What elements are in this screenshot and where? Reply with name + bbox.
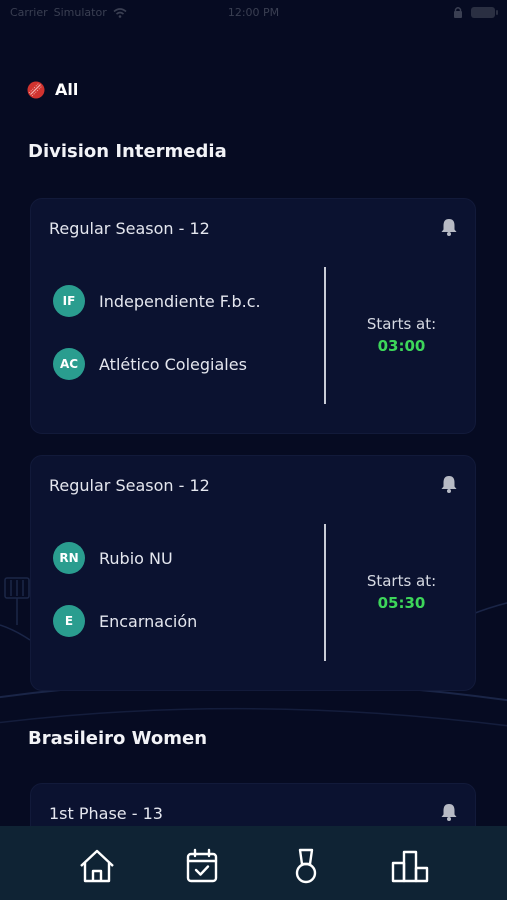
bell-icon[interactable]: [439, 474, 459, 494]
status-time: 12:00 PM: [227, 6, 280, 19]
bell-icon[interactable]: [439, 802, 459, 822]
lock-icon: [454, 7, 462, 18]
team-badge: AC: [53, 348, 85, 380]
team-badge: E: [53, 605, 85, 637]
team-badge: IF: [53, 285, 85, 317]
tab-schedule[interactable]: [182, 846, 222, 886]
away-team: AC Atlético Colegiales: [53, 348, 247, 380]
home-team: RN Rubio NU: [53, 542, 173, 574]
away-team: E Encarnación: [53, 605, 197, 637]
round-label: Regular Season - 12: [49, 219, 210, 238]
round-label: 1st Phase - 13: [49, 804, 163, 823]
match-card[interactable]: Regular Season - 12 RN Rubio NU E Encarn…: [30, 455, 476, 691]
medal-icon: [295, 848, 317, 884]
sport-filter[interactable]: All: [27, 80, 78, 99]
status-bar: Carrier Simulator 12:00 PM: [0, 0, 507, 26]
match-list[interactable]: All Division Intermedia Regular Season -…: [0, 0, 507, 826]
filter-label: All: [55, 80, 79, 99]
league-title: Division Intermedia: [28, 141, 227, 162]
bottom-tab-bar: [0, 826, 507, 900]
cricket-ball-icon: [27, 81, 45, 98]
start-block: Starts at: 03:00: [326, 315, 477, 355]
team-name: Atlético Colegiales: [99, 354, 247, 374]
bell-icon[interactable]: [439, 217, 459, 237]
podium-icon: [391, 850, 429, 883]
start-time: 03:00: [377, 337, 426, 355]
start-label: Starts at:: [366, 572, 437, 590]
home-icon: [80, 849, 114, 883]
battery-icon: [471, 6, 498, 18]
round-label: Regular Season - 12: [49, 476, 210, 495]
team-badge: RN: [53, 542, 85, 574]
match-card[interactable]: 1st Phase - 13: [30, 783, 476, 826]
match-card[interactable]: Regular Season - 12 IF Independiente F.b…: [30, 198, 476, 434]
calendar-check-icon: [186, 848, 218, 883]
team-name: Independiente F.b.c.: [99, 291, 261, 311]
tab-awards[interactable]: [286, 846, 326, 886]
home-team: IF Independiente F.b.c.: [53, 285, 261, 317]
start-block: Starts at: 05:30: [326, 572, 477, 612]
start-label: Starts at:: [366, 315, 437, 333]
team-name: Rubio NU: [99, 548, 173, 568]
tab-home[interactable]: [77, 846, 117, 886]
league-title: Brasileiro Women: [28, 728, 208, 749]
team-name: Encarnación: [99, 611, 198, 631]
start-time: 05:30: [377, 594, 426, 612]
tab-standings[interactable]: [390, 846, 430, 886]
status-right: [453, 6, 498, 18]
